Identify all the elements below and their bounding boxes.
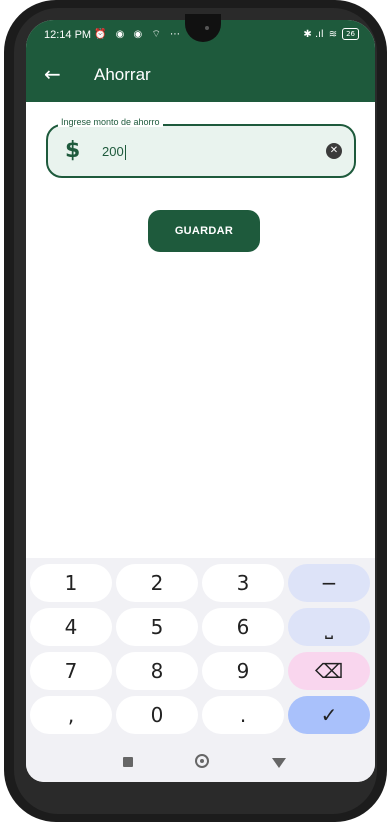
key-backspace[interactable]: ⌫: [288, 652, 370, 690]
key-enter[interactable]: ✓: [288, 696, 370, 734]
notification-icons: ⏰ ◉ ◉ ⌔ ⋯: [94, 29, 184, 40]
key-minus[interactable]: −: [288, 564, 370, 602]
battery-icon: 26: [342, 28, 359, 40]
camera-lens: [205, 26, 209, 30]
key-1[interactable]: 1: [30, 564, 112, 602]
status-icons-right: ✱ .ıl ≋ 26: [303, 28, 359, 40]
page-title: Ahorrar: [94, 65, 151, 84]
input-value: 200: [102, 144, 124, 159]
key-period[interactable]: .: [202, 696, 284, 734]
key-space[interactable]: ⎵: [288, 608, 370, 646]
key-6[interactable]: 6: [202, 608, 284, 646]
back-arrow-icon[interactable]: ←: [44, 64, 61, 84]
savings-amount-field[interactable]: Ingrese monto de ahorro $ 200 ✕: [46, 117, 356, 178]
signal-icon: ✱ .ıl: [303, 28, 324, 40]
home-dot: [200, 759, 204, 763]
numeric-keyboard: 1 2 3 − 4 5 6 ⎵ 7 8 9 ⌫ , 0 . ✓: [26, 558, 375, 744]
home-icon[interactable]: [195, 754, 209, 768]
savings-amount-input[interactable]: 200: [102, 144, 126, 161]
key-8[interactable]: 8: [116, 652, 198, 690]
key-0[interactable]: 0: [116, 696, 198, 734]
key-4[interactable]: 4: [30, 608, 112, 646]
wifi-icon: ≋: [328, 28, 338, 40]
save-button[interactable]: GUARDAR: [148, 210, 260, 252]
screen: 12:14 PM ⏰ ◉ ◉ ⌔ ⋯ ✱ .ıl ≋ 26 ← Ahorrar …: [26, 20, 375, 782]
key-7[interactable]: 7: [30, 652, 112, 690]
key-3[interactable]: 3: [202, 564, 284, 602]
key-2[interactable]: 2: [116, 564, 198, 602]
key-9[interactable]: 9: [202, 652, 284, 690]
field-label: Ingrese monto de ahorro: [58, 117, 163, 127]
key-5[interactable]: 5: [116, 608, 198, 646]
recents-icon[interactable]: [123, 757, 133, 767]
clear-icon[interactable]: ✕: [326, 143, 342, 159]
status-time: 12:14 PM: [44, 29, 92, 41]
key-comma[interactable]: ,: [30, 696, 112, 734]
text-caret: [124, 145, 126, 161]
app-bar: ← Ahorrar: [26, 50, 375, 102]
system-nav-bar: [26, 744, 375, 782]
nav-back-icon[interactable]: [272, 758, 286, 768]
dollar-icon: $: [65, 138, 81, 163]
